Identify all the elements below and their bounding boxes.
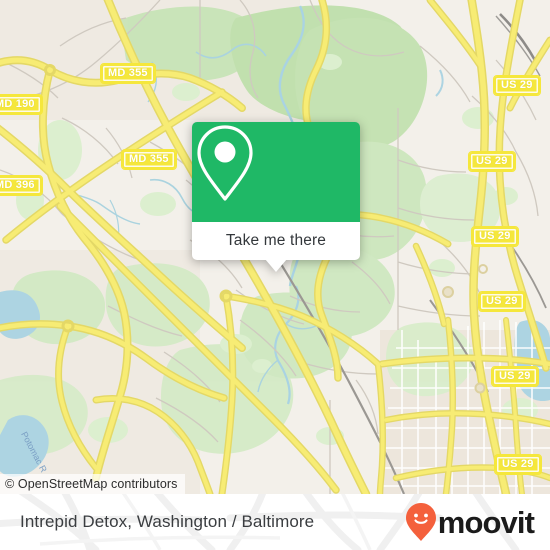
road-shield-md-396: MD 396 — [0, 175, 43, 196]
osm-attribution: © OpenStreetMap contributors — [0, 474, 185, 494]
map-canvas[interactable]: MD 355 MD 190 MD 355 MD 396 US 29 US 29 … — [0, 0, 550, 494]
moovit-wordmark: moovit — [437, 504, 535, 540]
callout-tail — [265, 259, 287, 272]
road-shield-us-29-3: US 29 — [471, 226, 519, 247]
road-shield-us-29-6: US 29 — [494, 454, 542, 475]
page-title: Intrepid Detox, Washington / Baltimore — [20, 512, 315, 531]
take-me-there-button[interactable]: Take me there — [192, 222, 360, 260]
moovit-logo[interactable]: moovit — [405, 502, 535, 542]
location-pin-icon — [197, 125, 253, 201]
road-shield-us-29-4: US 29 — [478, 291, 526, 312]
moovit-map-screenshot: MD 355 MD 190 MD 355 MD 396 US 29 US 29 … — [0, 0, 550, 550]
road-shield-md-355-north: MD 355 — [100, 63, 156, 84]
callout-pin-area — [192, 122, 360, 222]
moovit-pin-smiley-icon — [405, 503, 436, 541]
location-callout-card[interactable]: Take me there — [192, 122, 360, 272]
road-shield-us-29-1: US 29 — [493, 75, 541, 96]
road-shield-md-355-south: MD 355 — [121, 149, 177, 170]
footer-bar: Intrepid Detox, Washington / Baltimore m… — [0, 494, 550, 550]
road-shield-us-29-2: US 29 — [468, 151, 516, 172]
road-shield-us-29-5: US 29 — [491, 366, 539, 387]
road-shield-md-190: MD 190 — [0, 94, 43, 115]
take-me-there-label: Take me there — [225, 232, 327, 249]
